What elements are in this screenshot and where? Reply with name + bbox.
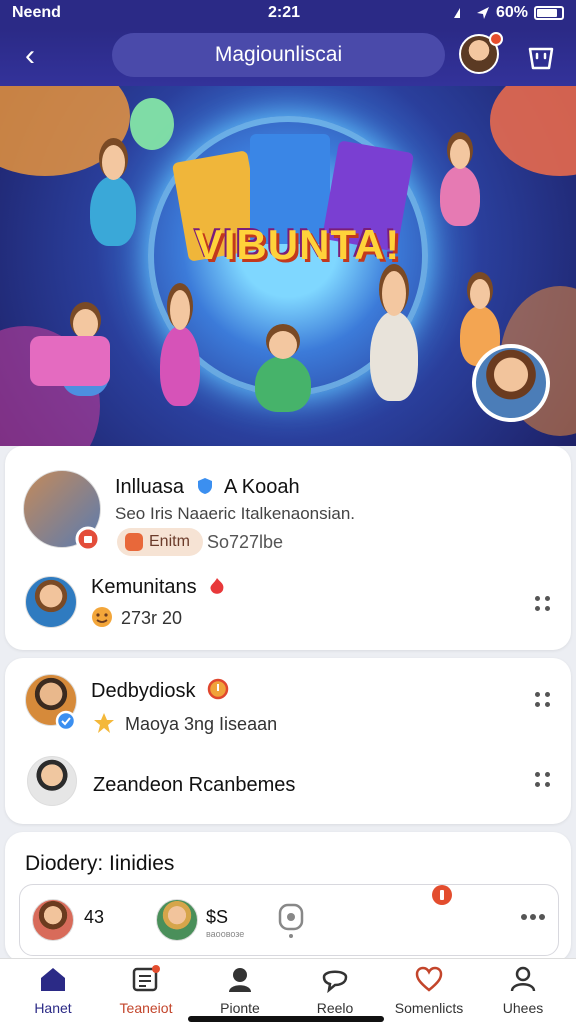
activity-strip[interactable]: 43 $S ваоовозе bbox=[19, 884, 559, 956]
star-icon bbox=[94, 713, 114, 733]
verified-icon bbox=[197, 478, 212, 494]
stat-caption: ваоовозе bbox=[206, 929, 245, 939]
stat-value: 43 bbox=[84, 907, 105, 927]
tab-news[interactable]: Teaneiot bbox=[98, 965, 194, 1021]
tab-people[interactable]: Pionte bbox=[192, 965, 288, 1021]
tab-profile[interactable]: Uhees bbox=[475, 965, 571, 1021]
user-avatar[interactable] bbox=[25, 576, 77, 628]
list-item-title[interactable]: Zeandeon Rcanbemes bbox=[93, 774, 295, 797]
cushion-illustration bbox=[30, 336, 110, 386]
chip-label: Enitm bbox=[149, 533, 190, 550]
record-icon[interactable] bbox=[278, 903, 304, 939]
tab-saved[interactable]: Somenlicts bbox=[381, 965, 477, 1021]
home-icon bbox=[41, 968, 65, 991]
post-meta: So727lbe bbox=[207, 532, 284, 552]
item-name: Dedbydiosk bbox=[91, 680, 196, 702]
hero-title: VIBUNTA! bbox=[194, 221, 401, 268]
child-illustration bbox=[160, 290, 200, 406]
author-name-secondary: A Kooah bbox=[223, 476, 300, 498]
chat-icon bbox=[322, 970, 348, 994]
tab-home[interactable]: Hanet bbox=[5, 965, 101, 1021]
feed-card: Inlluasa A Kooah Seo Iris Naaeric Italke… bbox=[5, 446, 571, 650]
message-badge-icon bbox=[55, 710, 77, 732]
clock: 2:21 bbox=[268, 4, 301, 21]
notification-badge-icon bbox=[432, 885, 452, 905]
tab-label: Somenlicts bbox=[394, 1000, 464, 1016]
post-subtitle: Seo Iris Naaeric Italkenaonsian. bbox=[115, 504, 356, 523]
tab-label: Reelo bbox=[316, 1000, 354, 1016]
hero-banner[interactable]: VIBUNTA! bbox=[0, 86, 576, 446]
notification-dot bbox=[489, 32, 503, 46]
child-illustration bbox=[90, 144, 136, 246]
user-avatar[interactable] bbox=[32, 899, 74, 941]
post-author[interactable]: Inlluasa A Kooah bbox=[115, 476, 300, 499]
tab-label: Teaneiot bbox=[119, 1000, 173, 1016]
feed-card: Dedbydiosk Maoya 3ng Iiseaan Zeandeon Rc… bbox=[5, 658, 571, 824]
heart-icon bbox=[415, 966, 443, 992]
author-name: Inlluasa bbox=[115, 476, 184, 498]
page-title: Magiounliscai bbox=[112, 33, 445, 77]
status-bar: Neend 2:21 60% bbox=[0, 0, 576, 28]
tab-label: Hanet bbox=[34, 1000, 72, 1016]
section-title: Diodery: Iinidies bbox=[25, 852, 175, 875]
profile-avatar[interactable] bbox=[459, 32, 503, 74]
battery-icon bbox=[534, 6, 564, 20]
alert-icon bbox=[207, 678, 229, 700]
user-avatar[interactable] bbox=[156, 899, 198, 941]
tab-reels[interactable]: Reelo bbox=[287, 965, 383, 1021]
back-button[interactable]: ‹ bbox=[14, 38, 46, 74]
child-illustration bbox=[255, 330, 311, 412]
tag-icon bbox=[125, 533, 143, 551]
more-horizontal-icon[interactable] bbox=[520, 913, 546, 921]
status-right: 60% bbox=[452, 4, 564, 22]
battery-percent: 60% bbox=[495, 4, 528, 21]
item-name: Kemunitans bbox=[91, 576, 197, 598]
child-illustration bbox=[440, 139, 480, 226]
list-item-title[interactable]: Dedbydiosk bbox=[91, 678, 229, 703]
more-options-icon[interactable] bbox=[535, 772, 551, 788]
decor-blob bbox=[490, 86, 576, 176]
signal-icon bbox=[453, 8, 460, 18]
tab-label: Pionte bbox=[220, 1000, 260, 1016]
tab-label: Uhees bbox=[502, 1000, 544, 1016]
badge-icon bbox=[75, 526, 101, 552]
user-icon bbox=[229, 968, 251, 992]
bottom-tab-bar: Hanet Teaneiot Pionte Reelo Somenlicts U… bbox=[0, 958, 576, 1024]
emoji-icon bbox=[92, 607, 112, 627]
category-chip[interactable]: Enitm bbox=[117, 528, 203, 556]
balloon-illustration bbox=[130, 98, 174, 150]
featured-avatar[interactable] bbox=[472, 344, 550, 422]
item-meta: 273r 20 bbox=[121, 608, 183, 628]
user-avatar[interactable] bbox=[27, 756, 77, 806]
stat-value: $S bbox=[206, 907, 229, 927]
home-indicator[interactable] bbox=[188, 1016, 384, 1022]
item-meta: Maoya 3ng Iiseaan bbox=[125, 714, 278, 734]
fire-icon bbox=[210, 578, 224, 594]
more-options-icon[interactable] bbox=[535, 692, 551, 708]
news-icon bbox=[132, 965, 160, 992]
feed-card: Diodery: Iinidies 43 $S ваоовозе bbox=[5, 832, 571, 962]
location-icon bbox=[476, 7, 489, 19]
profile-icon bbox=[510, 966, 536, 992]
list-item-title[interactable]: Kemunitans bbox=[91, 576, 228, 599]
child-illustration bbox=[370, 270, 418, 401]
app-header: ‹ Magiounliscai bbox=[0, 28, 576, 86]
more-options-icon[interactable] bbox=[535, 596, 551, 612]
carrier-label: Neend bbox=[12, 4, 61, 21]
basket-icon[interactable] bbox=[524, 40, 558, 74]
